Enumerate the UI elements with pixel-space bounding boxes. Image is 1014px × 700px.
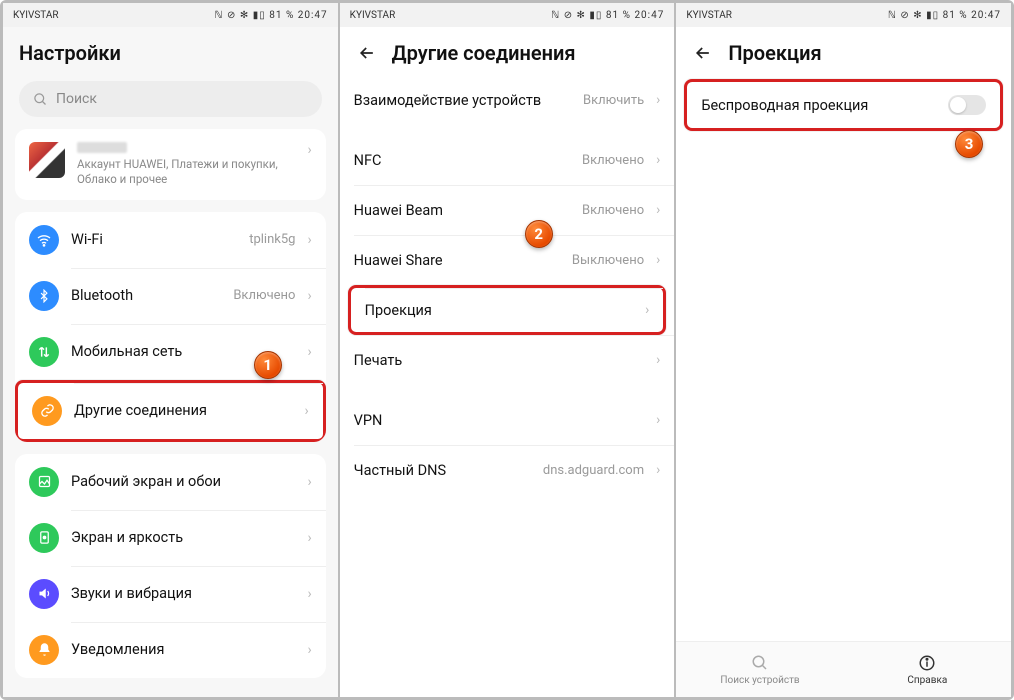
info-icon: [917, 653, 937, 673]
chevron-right-icon: ›: [656, 152, 660, 168]
row-wifi[interactable]: Wi-Fi tplink5g ›: [15, 212, 326, 268]
nav-label: Справка: [907, 675, 947, 686]
other-connections-panel: KYIVSTAR ℕ ⊘ ✻ ▮▯ 81 % 20:47 Другие соед…: [338, 3, 675, 697]
chevron-right-icon: ›: [656, 92, 660, 108]
chevron-right-icon: ›: [307, 586, 311, 602]
connections-list: Взаимодействие устройств Включить › NFC …: [340, 75, 675, 697]
row-huawei-share[interactable]: Huawei Share Выключено ›: [340, 235, 675, 285]
nav-label: Поиск устройств: [720, 675, 799, 686]
status-icons: ℕ ⊘ ✻ ▮▯ 81 % 20:47: [551, 10, 664, 21]
other-connections-header: Другие соединения: [340, 27, 675, 75]
carrier-label: KYIVSTAR: [686, 10, 732, 21]
chevron-right-icon: ›: [307, 232, 311, 248]
chevron-right-icon: ›: [656, 462, 660, 478]
mobile-data-icon: [29, 337, 59, 367]
chevron-right-icon: ›: [656, 412, 660, 428]
chevron-right-icon: ›: [307, 288, 311, 304]
projection-header: Проекция: [676, 27, 1011, 75]
account-row[interactable]: Аккаунт HUAWEI, Платежи и покупки, Облак…: [15, 129, 326, 200]
settings-panel: KYIVSTAR ℕ ⊘ ✻ ▮▯ 81 % 20:47 Настройки П…: [3, 3, 338, 697]
carrier-label: KYIVSTAR: [350, 10, 396, 21]
wireless-projection-toggle[interactable]: [948, 95, 986, 115]
callout-badge-3: 3: [955, 130, 983, 158]
bell-icon: [29, 635, 59, 665]
back-button[interactable]: [356, 42, 378, 64]
status-icons: ℕ ⊘ ✻ ▮▯ 81 % 20:47: [888, 10, 1001, 21]
wallpaper-icon: [29, 467, 59, 497]
row-vpn[interactable]: VPN ›: [340, 395, 675, 445]
chevron-right-icon: ›: [645, 302, 649, 318]
status-bar: KYIVSTAR ℕ ⊘ ✻ ▮▯ 81 % 20:47: [340, 3, 675, 27]
status-bar: KYIVSTAR ℕ ⊘ ✻ ▮▯ 81 % 20:47: [676, 3, 1011, 27]
callout-badge-2: 2: [525, 220, 553, 248]
row-nfc[interactable]: NFC Включено ›: [340, 135, 675, 185]
search-placeholder: Поиск: [56, 91, 97, 107]
row-device-interaction[interactable]: Взаимодействие устройств Включить ›: [340, 75, 675, 125]
row-print[interactable]: Печать ›: [340, 335, 675, 385]
nav-search-devices[interactable]: Поиск устройств: [676, 642, 843, 697]
projection-list: Беспроводная проекция 3: [676, 75, 1011, 641]
chevron-right-icon: ›: [307, 530, 311, 546]
search-icon: [750, 653, 770, 673]
status-bar: KYIVSTAR ℕ ⊘ ✻ ▮▯ 81 % 20:47: [3, 3, 338, 27]
chevron-right-icon: ›: [307, 642, 311, 658]
row-projection[interactable]: Проекция ›: [348, 285, 667, 335]
search-input[interactable]: Поиск: [19, 81, 322, 117]
carrier-label: KYIVSTAR: [13, 10, 59, 21]
wifi-icon: [29, 225, 59, 255]
chevron-right-icon: ›: [307, 474, 311, 490]
back-button[interactable]: [692, 42, 714, 64]
link-icon: [32, 396, 62, 426]
row-huawei-beam[interactable]: Huawei Beam Включено ›: [340, 185, 675, 235]
chevron-right-icon: ›: [307, 344, 311, 360]
row-wireless-projection[interactable]: Беспроводная проекция: [684, 79, 1003, 131]
settings-list: Аккаунт HUAWEI, Платежи и покупки, Облак…: [3, 129, 338, 697]
row-notifications[interactable]: Уведомления ›: [15, 622, 326, 678]
projection-panel: KYIVSTAR ℕ ⊘ ✻ ▮▯ 81 % 20:47 Проекция Бе…: [674, 3, 1011, 697]
settings-header: Настройки: [3, 27, 338, 75]
chevron-right-icon: ›: [656, 202, 660, 218]
status-icons: ℕ ⊘ ✻ ▮▯ 81 % 20:47: [215, 10, 328, 21]
account-sub: Аккаунт HUAWEI, Платежи и покупки, Облак…: [77, 157, 295, 187]
row-home-screen[interactable]: Рабочий экран и обои ›: [15, 454, 326, 510]
brightness-icon: [29, 523, 59, 553]
page-title: Настройки: [19, 41, 121, 65]
chevron-right-icon: ›: [304, 403, 308, 419]
row-sound[interactable]: Звуки и вибрация ›: [15, 566, 326, 622]
sound-icon: [29, 579, 59, 609]
chevron-right-icon: ›: [656, 352, 660, 368]
nav-help[interactable]: Справка: [844, 642, 1011, 697]
callout-badge-1: 1: [254, 351, 282, 379]
row-other-connections[interactable]: Другие соединения ›: [15, 380, 326, 442]
row-private-dns[interactable]: Частный DNS dns.adguard.com ›: [340, 445, 675, 495]
search-icon: [33, 92, 48, 107]
chevron-right-icon: ›: [656, 252, 660, 268]
bluetooth-icon: [29, 281, 59, 311]
page-title: Другие соединения: [392, 41, 576, 65]
page-title: Проекция: [728, 41, 821, 65]
row-bluetooth[interactable]: Bluetooth Включено ›: [15, 268, 326, 324]
account-name-blur: [77, 142, 127, 153]
chevron-right-icon: ›: [307, 142, 311, 158]
row-display[interactable]: Экран и яркость ›: [15, 510, 326, 566]
bottom-nav: Поиск устройств Справка: [676, 641, 1011, 697]
avatar: [29, 142, 65, 178]
